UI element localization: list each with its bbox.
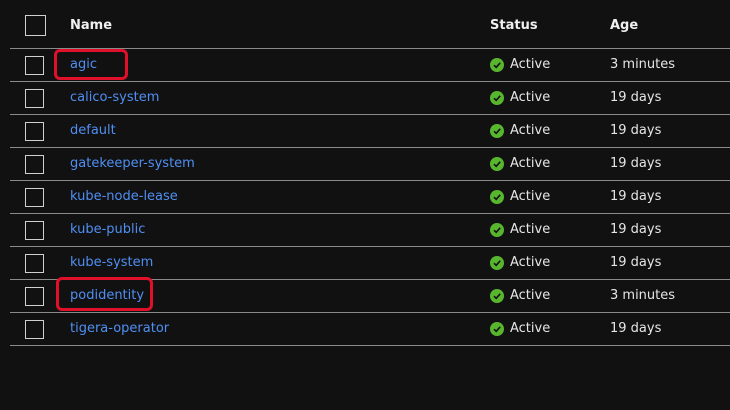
table-row: default Active 19 days: [10, 115, 730, 148]
row-checkbox[interactable]: [25, 254, 44, 273]
row-checkbox[interactable]: [25, 320, 44, 339]
namespace-link[interactable]: kube-node-lease: [70, 189, 178, 204]
status-text: Active: [510, 123, 551, 138]
status-cell: Active: [490, 57, 550, 72]
age-column-header[interactable]: Age: [610, 18, 638, 33]
namespace-link[interactable]: podidentity: [70, 288, 144, 303]
status-cell: Active: [490, 288, 550, 303]
status-cell: Active: [490, 123, 550, 138]
status-text: Active: [510, 288, 551, 303]
age-cell: 3 minutes: [610, 288, 676, 303]
row-checkbox[interactable]: [25, 122, 44, 141]
check-circle-icon: [490, 123, 504, 138]
table-row: podidentity Active 3 minutes: [10, 280, 730, 313]
age-cell: 19 days: [610, 321, 662, 336]
status-text: Active: [510, 57, 551, 72]
namespace-link[interactable]: kube-system: [70, 255, 153, 270]
status-cell: Active: [490, 255, 550, 270]
namespace-link[interactable]: default: [70, 123, 116, 138]
row-checkbox[interactable]: [25, 56, 44, 75]
age-cell: 19 days: [610, 189, 662, 204]
status-cell: Active: [490, 321, 550, 336]
check-circle-icon: [490, 222, 504, 237]
row-checkbox[interactable]: [25, 221, 44, 240]
status-cell: Active: [490, 90, 550, 105]
check-circle-icon: [490, 189, 504, 204]
age-cell: 19 days: [610, 156, 662, 171]
row-checkbox[interactable]: [25, 89, 44, 108]
check-circle-icon: [490, 57, 504, 72]
namespaces-table: Name Status Age agic Active 3 minutes ca…: [10, 0, 730, 346]
status-text: Active: [510, 321, 551, 336]
row-checkbox[interactable]: [25, 188, 44, 207]
check-circle-icon: [490, 288, 504, 303]
namespace-link[interactable]: tigera-operator: [70, 321, 169, 336]
table-row: kube-public Active 19 days: [10, 214, 730, 247]
age-cell: 3 minutes: [610, 57, 676, 72]
status-cell: Active: [490, 222, 550, 237]
check-circle-icon: [490, 90, 504, 105]
namespace-link[interactable]: kube-public: [70, 222, 145, 237]
status-text: Active: [510, 222, 551, 237]
check-circle-icon: [490, 255, 504, 270]
check-circle-icon: [490, 156, 504, 171]
table-row: agic Active 3 minutes: [10, 49, 730, 82]
status-text: Active: [510, 189, 551, 204]
age-cell: 19 days: [610, 222, 662, 237]
table-row: kube-system Active 19 days: [10, 247, 730, 280]
row-checkbox[interactable]: [25, 287, 44, 306]
age-cell: 19 days: [610, 123, 662, 138]
check-circle-icon: [490, 321, 504, 336]
table-row: kube-node-lease Active 19 days: [10, 181, 730, 214]
status-text: Active: [510, 90, 551, 105]
status-column-header[interactable]: Status: [490, 18, 538, 33]
table-header: Name Status Age: [10, 0, 730, 49]
select-all-checkbox[interactable]: [25, 15, 46, 36]
status-cell: Active: [490, 189, 550, 204]
status-cell: Active: [490, 156, 550, 171]
status-text: Active: [510, 255, 551, 270]
namespace-link[interactable]: calico-system: [70, 90, 159, 105]
age-cell: 19 days: [610, 255, 662, 270]
table-row: tigera-operator Active 19 days: [10, 313, 730, 346]
status-text: Active: [510, 156, 551, 171]
namespace-link[interactable]: agic: [70, 57, 97, 72]
table-row: gatekeeper-system Active 19 days: [10, 148, 730, 181]
namespace-link[interactable]: gatekeeper-system: [70, 156, 195, 171]
name-column-header[interactable]: Name: [70, 18, 112, 33]
age-cell: 19 days: [610, 90, 662, 105]
table-row: calico-system Active 19 days: [10, 82, 730, 115]
row-checkbox[interactable]: [25, 155, 44, 174]
